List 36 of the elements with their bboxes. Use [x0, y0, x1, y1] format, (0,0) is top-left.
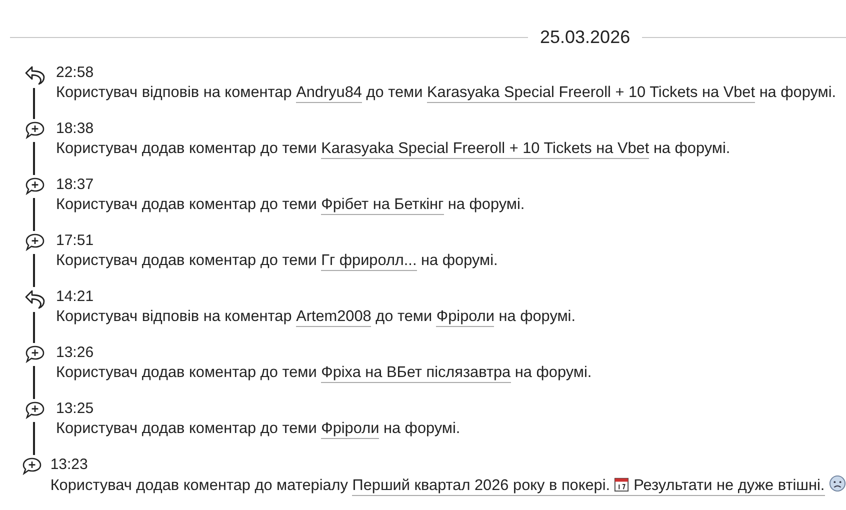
event-description: Користувач додав коментар до теми Фріха на ВБет післязавтра на форумі. [56, 363, 593, 383]
event-time: 22:58 [56, 63, 95, 83]
sad-face-icon [829, 475, 846, 492]
event-time: 13:23 [50, 455, 89, 475]
reply-icon [24, 65, 46, 85]
comment-plus-icon [25, 233, 45, 251]
comment-plus-icon [22, 457, 42, 475]
topic-link[interactable]: Фріха на ВБет післязавтра [321, 364, 511, 383]
event-time: 18:37 [56, 175, 95, 195]
event-description: Користувач додав коментар до матеріалу Перший квартал 2026 року в покері. Результати не дуже втішні. [50, 475, 846, 496]
comment-plus-icon [25, 177, 45, 195]
topic-link[interactable]: Перший квартал 2026 року в покері. Результати не дуже втішні. [352, 477, 825, 496]
comment-plus-icon [25, 345, 45, 363]
reply-icon [24, 289, 46, 309]
topic-link[interactable]: Karasyaka Special Freeroll + 10 Tickets на Vbet [427, 84, 756, 103]
event-description: Користувач відповів на коментар Artem2008 до теми Фріроли на форумі. [56, 307, 576, 327]
topic-link[interactable]: Karasyaka Special Freeroll + 10 Tickets на Vbet [321, 140, 650, 159]
event-description: Користувач додав коментар до теми Фрібет на Беткінг на форумі. [56, 195, 526, 215]
topic-link[interactable]: Гг фриролл... [321, 252, 417, 271]
event-description: Користувач відповів на коментар Andryu84 до теми Karasyaka Special Freeroll + 10 Tickets на Vbet на форумі. [56, 83, 838, 103]
event-time: 14:21 [56, 287, 95, 307]
date-heading: 25.03.2026 [539, 26, 632, 48]
event-description: Користувач додав коментар до теми Фріроли на форумі. [56, 419, 462, 439]
event-description: Користувач додав коментар до теми Karasyaka Special Freeroll + 10 Tickets на Vbet на форумі. [56, 139, 732, 159]
comment-plus-icon [25, 121, 45, 139]
event-time: 13:25 [56, 399, 95, 419]
topic-link[interactable]: Andryu84 [296, 84, 362, 103]
event-time: 13:26 [56, 343, 95, 363]
comment-plus-icon [25, 401, 45, 419]
event-time: 18:38 [56, 119, 95, 139]
topic-link[interactable]: Фрібет на Беткінг [321, 196, 444, 215]
topic-link[interactable]: Artem2008 [296, 308, 372, 327]
topic-link[interactable]: Фріроли [436, 308, 494, 327]
event-description: Користувач додав коментар до теми Гг фриролл... на форумі. [56, 251, 499, 271]
topic-link[interactable]: Фріроли [321, 420, 380, 439]
event-time: 17:51 [56, 231, 95, 251]
